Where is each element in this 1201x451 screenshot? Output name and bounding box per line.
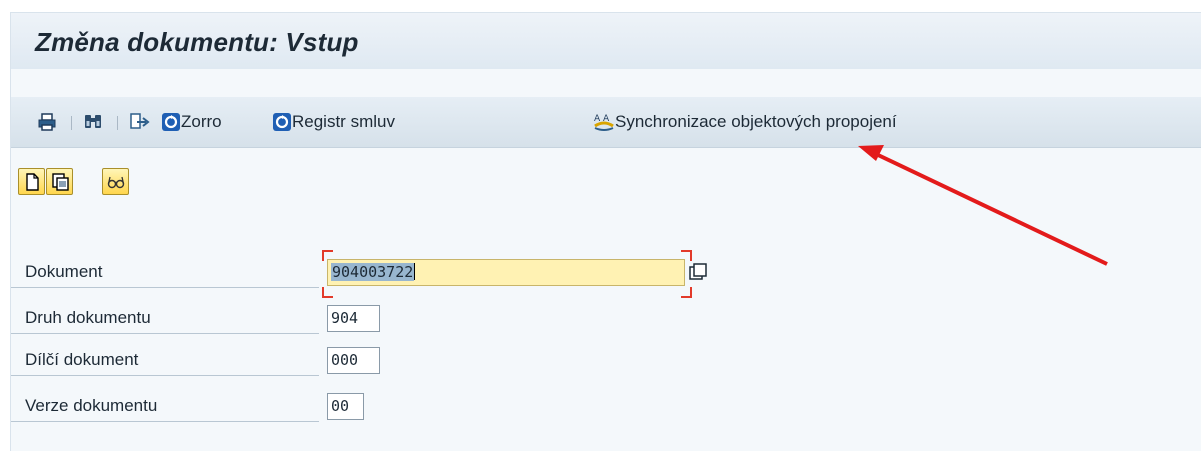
annotation-arrow-head bbox=[858, 145, 884, 161]
annotation-arrow-shaft bbox=[875, 152, 1108, 266]
annotation-overlay bbox=[858, 145, 1108, 266]
